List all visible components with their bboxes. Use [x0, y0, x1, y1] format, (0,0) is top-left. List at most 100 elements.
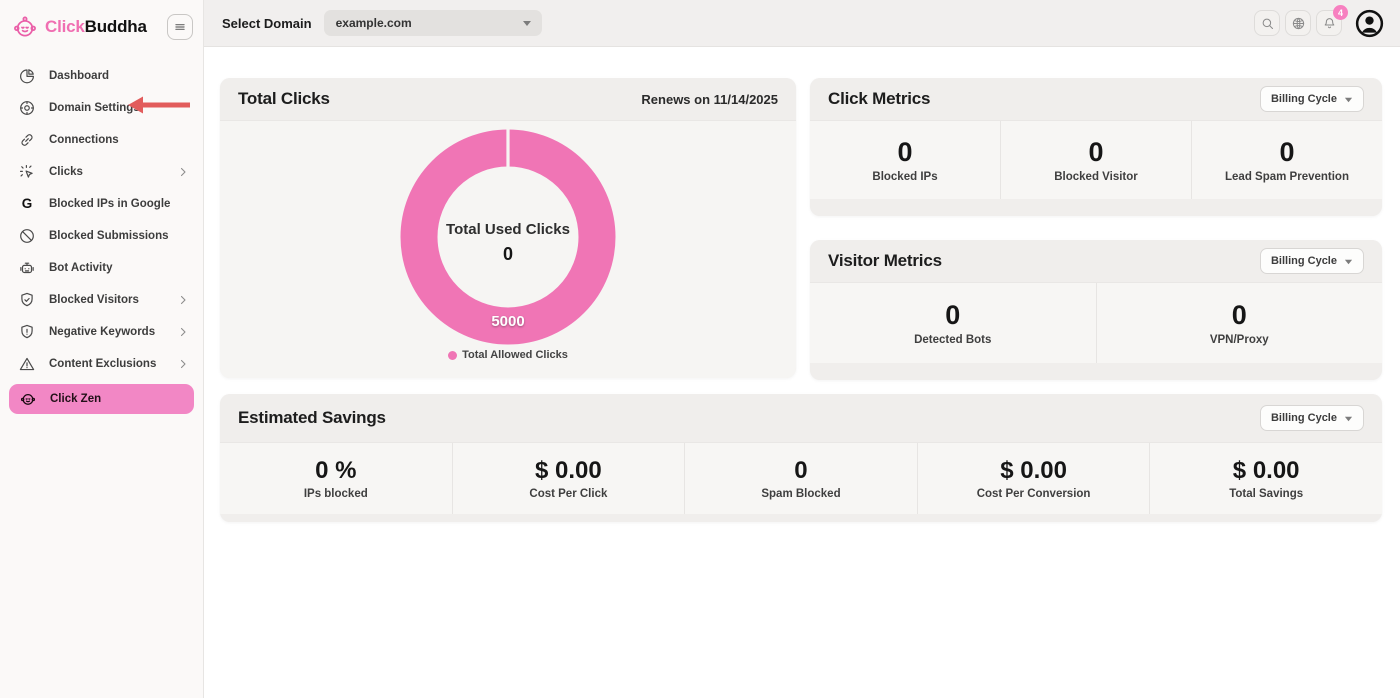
- search-button[interactable]: [1254, 10, 1280, 36]
- visitor-metrics-card: Visitor Metrics Billing Cycle 0 Detected…: [810, 240, 1382, 380]
- card-title: Click Metrics: [828, 89, 930, 109]
- sidebar-nav: Dashboard Domain Settings Connections Cl…: [0, 60, 203, 414]
- billing-cycle-label: Billing Cycle: [1271, 255, 1337, 267]
- total-clicks-card: Total Clicks Renews on 11/14/2025 Total …: [220, 78, 796, 378]
- sidebar-item-label: Clicks: [49, 166, 177, 178]
- billing-cycle-label: Billing Cycle: [1271, 412, 1337, 424]
- card-footer: [810, 199, 1382, 216]
- metric-value: $ 0.00: [1000, 457, 1067, 485]
- right-column: Click Metrics Billing Cycle 0 Blocked IP…: [810, 78, 1382, 380]
- sidebar-item-label: Dashboard: [49, 70, 189, 82]
- svg-text:G: G: [22, 196, 33, 211]
- chart-legend: Total Allowed Clicks: [448, 349, 568, 361]
- hamburger-icon: [173, 20, 187, 34]
- metric-label: IPs blocked: [304, 488, 368, 500]
- avatar[interactable]: [1355, 9, 1384, 38]
- metric-value: $ 0.00: [1233, 457, 1300, 485]
- sidebar-item-label: Blocked Visitors: [49, 294, 177, 306]
- notifications-button[interactable]: 4: [1316, 10, 1342, 36]
- globe-icon: [1291, 16, 1306, 31]
- robot-icon: [18, 259, 36, 277]
- clickbuddha-app: ClickBuddha Dashboard Domain Settings Co…: [0, 0, 1400, 698]
- metric-label: VPN/Proxy: [1210, 334, 1269, 346]
- metric-ips-blocked: 0 % IPs blocked: [220, 443, 452, 514]
- sidebar-item-connections[interactable]: Connections: [0, 124, 203, 156]
- card-title: Total Clicks: [238, 89, 330, 109]
- metric-label: Spam Blocked: [761, 488, 840, 500]
- chevron-right-icon: [177, 326, 189, 338]
- topbar: Select Domain example.com 4: [204, 0, 1400, 47]
- visitor-metrics-header: Visitor Metrics Billing Cycle: [810, 240, 1382, 282]
- buddha-zen-icon: [19, 390, 37, 408]
- sidebar-item-bot-activity[interactable]: Bot Activity: [0, 252, 203, 284]
- total-clicks-header: Total Clicks Renews on 11/14/2025: [220, 78, 796, 120]
- ban-icon: [18, 227, 36, 245]
- metric-lead-spam-prevention: 0 Lead Spam Prevention: [1191, 121, 1382, 199]
- notification-badge: 4: [1333, 5, 1348, 20]
- estimated-savings-card: Estimated Savings Billing Cycle 0 % IPs …: [220, 394, 1382, 522]
- caret-down-icon: [1344, 257, 1353, 266]
- sidebar-item-label: Bot Activity: [49, 262, 189, 274]
- shield-alert-icon: [18, 323, 36, 341]
- metric-label: Total Savings: [1229, 488, 1303, 500]
- brand-first: Click: [45, 17, 85, 36]
- sidebar-item-label: Blocked Submissions: [49, 230, 189, 242]
- metric-label: Detected Bots: [914, 334, 991, 346]
- card-title: Visitor Metrics: [828, 251, 942, 271]
- gear-icon: [18, 99, 36, 117]
- click-metrics-header: Click Metrics Billing Cycle: [810, 78, 1382, 120]
- domain-select-dropdown[interactable]: example.com: [324, 10, 542, 36]
- domain-select-value: example.com: [336, 16, 522, 30]
- metric-value: $ 0.00: [535, 457, 602, 485]
- metric-value: 0: [794, 457, 807, 485]
- metric-value: 0 %: [315, 457, 356, 485]
- sidebar-item-dashboard[interactable]: Dashboard: [0, 60, 203, 92]
- chevron-right-icon: [177, 294, 189, 306]
- topbar-actions: 4: [1254, 9, 1384, 38]
- google-g-icon: G: [18, 195, 36, 213]
- billing-cycle-dropdown[interactable]: Billing Cycle: [1260, 405, 1364, 431]
- sidebar-item-click-zen[interactable]: Click Zen: [9, 384, 194, 414]
- shield-check-icon: [18, 291, 36, 309]
- donut-center-value: 0: [503, 244, 513, 264]
- sidebar-item-label: Blocked IPs in Google: [49, 198, 189, 210]
- link-icon: [18, 131, 36, 149]
- sidebar-item-content-exclusions[interactable]: Content Exclusions: [0, 348, 203, 380]
- estimated-savings-row: 0 % IPs blocked $ 0.00 Cost Per Click 0 …: [220, 442, 1382, 514]
- caret-down-icon: [522, 18, 532, 28]
- select-domain-label: Select Domain: [222, 16, 312, 31]
- card-footer: [220, 514, 1382, 522]
- donut-ring-label: 5000: [491, 313, 524, 330]
- sidebar-item-blocked-ips-google[interactable]: G Blocked IPs in Google: [0, 188, 203, 220]
- sidebar-item-label: Content Exclusions: [49, 358, 177, 370]
- language-button[interactable]: [1285, 10, 1311, 36]
- renewal-date: Renews on 11/14/2025: [641, 92, 778, 107]
- sidebar-item-clicks[interactable]: Clicks: [0, 156, 203, 188]
- sidebar-item-label: Click Zen: [50, 393, 184, 405]
- sidebar-item-blocked-submissions[interactable]: Blocked Submissions: [0, 220, 203, 252]
- metric-value: 0: [1088, 137, 1103, 168]
- sidebar-toggle-button[interactable]: [167, 14, 193, 40]
- chevron-right-icon: [177, 166, 189, 178]
- billing-cycle-dropdown[interactable]: Billing Cycle: [1260, 86, 1364, 112]
- metric-label: Cost Per Click: [529, 488, 607, 500]
- caret-down-icon: [1344, 95, 1353, 104]
- metric-label: Blocked IPs: [872, 171, 937, 183]
- metric-value: 0: [1232, 300, 1247, 331]
- estimated-savings-header: Estimated Savings Billing Cycle: [220, 394, 1382, 442]
- metric-blocked-visitor: 0 Blocked Visitor: [1000, 121, 1191, 199]
- sidebar-item-blocked-visitors[interactable]: Blocked Visitors: [0, 284, 203, 316]
- click-metrics-row: 0 Blocked IPs 0 Blocked Visitor 0 Lead S…: [810, 120, 1382, 199]
- billing-cycle-dropdown[interactable]: Billing Cycle: [1260, 248, 1364, 274]
- donut-center-label: Total Used Clicks: [446, 221, 570, 238]
- brand-second: Buddha: [85, 17, 147, 36]
- metric-label: Cost Per Conversion: [977, 488, 1091, 500]
- sidebar-item-negative-keywords[interactable]: Negative Keywords: [0, 316, 203, 348]
- sidebar-item-label: Negative Keywords: [49, 326, 177, 338]
- total-clicks-body: Total Used Clicks 0 5000 Total Allowed C…: [220, 120, 796, 378]
- buddha-logo-icon: [12, 14, 38, 40]
- main-content: Total Clicks Renews on 11/14/2025 Total …: [204, 47, 1400, 698]
- metric-value: 0: [897, 137, 912, 168]
- search-icon: [1260, 16, 1275, 31]
- metric-spam-blocked: 0 Spam Blocked: [684, 443, 917, 514]
